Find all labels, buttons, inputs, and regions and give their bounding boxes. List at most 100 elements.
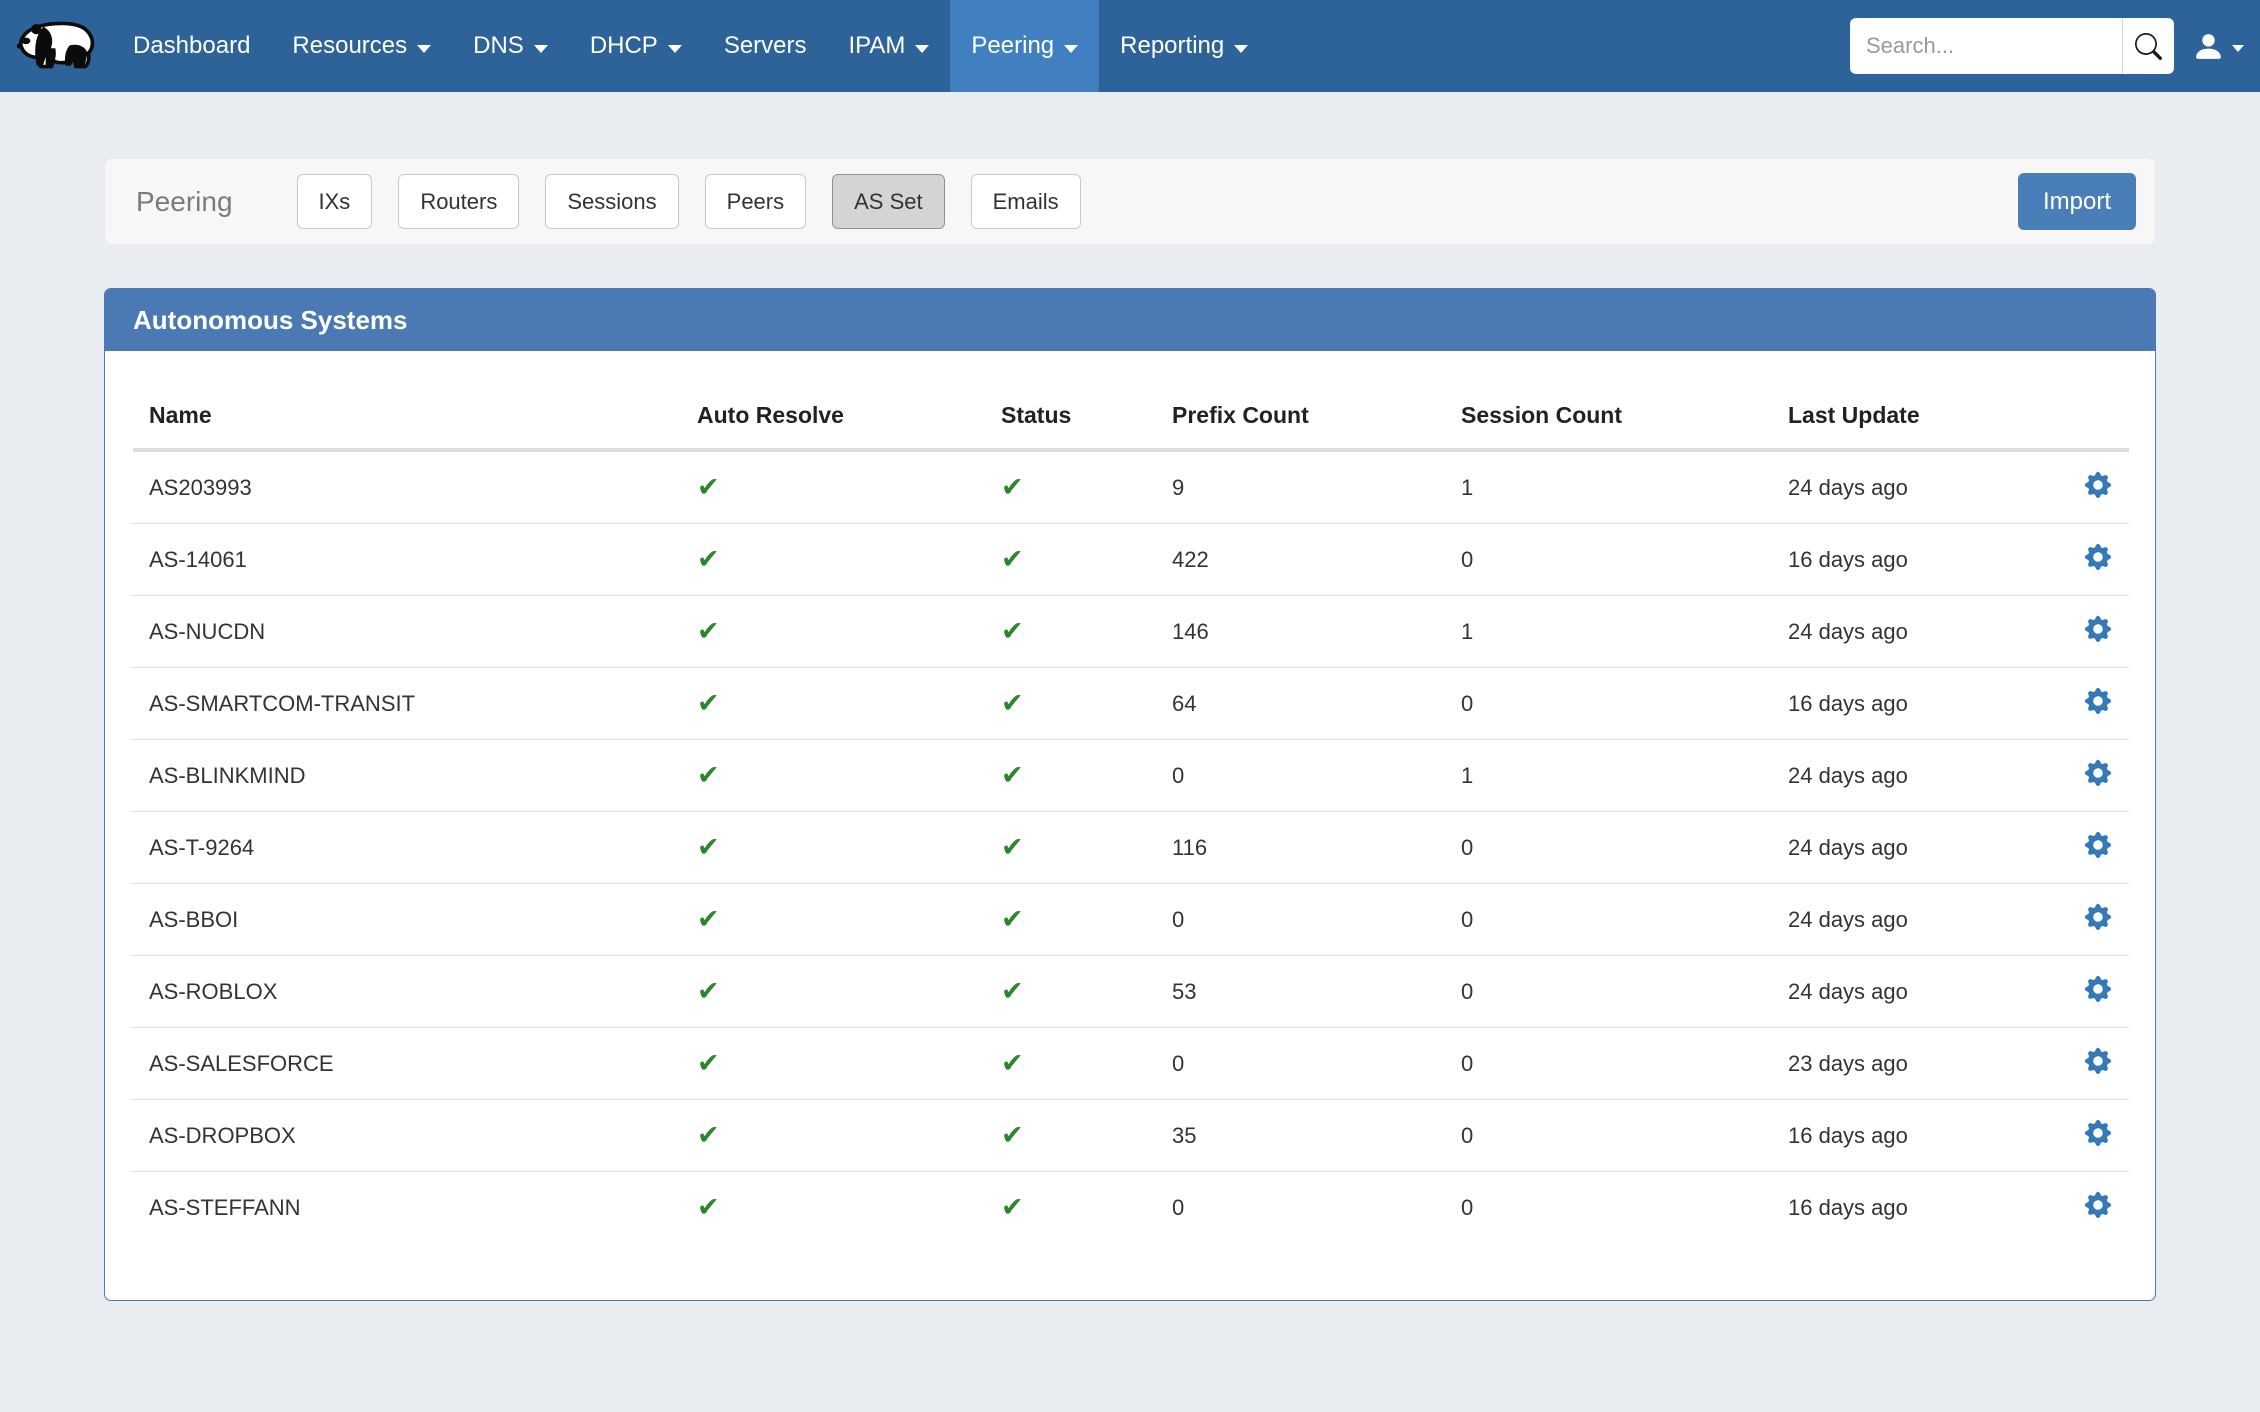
- cell-actions: [2066, 955, 2129, 1028]
- gear-icon: [2085, 832, 2111, 858]
- page-content: Peering IXs Routers Sessions Peers AS Set Ema…: [0, 92, 2260, 1301]
- nav-item-label: IPAM: [848, 32, 906, 59]
- cell-auto-resolve: ✔: [681, 955, 985, 1028]
- cell-as-name: AS-DROPBOX: [133, 1099, 681, 1172]
- badger-logo[interactable]: [0, 0, 112, 92]
- cell-session-count: 0: [1445, 883, 1772, 956]
- nav-item-container-reporting: Reporting: [1099, 0, 1269, 92]
- row-settings-button[interactable]: [2085, 1120, 2111, 1146]
- nav-item-dashboard[interactable]: Dashboard: [112, 0, 271, 92]
- cell-actions: [2066, 450, 2129, 524]
- check-icon: ✔: [1001, 1191, 1024, 1222]
- nav-menu: Dashboard Resources DNS DHCP Servers IPAM Peer…: [112, 0, 1269, 92]
- row-settings-button[interactable]: [2085, 616, 2111, 642]
- row-settings-button[interactable]: [2085, 472, 2111, 498]
- cell-actions: [2066, 811, 2129, 884]
- cell-auto-resolve: ✔: [681, 811, 985, 884]
- check-icon: ✔: [1001, 1119, 1024, 1150]
- check-icon: ✔: [697, 1119, 720, 1150]
- cell-session-count: 0: [1445, 1027, 1772, 1100]
- column-header-status: Status: [985, 373, 1156, 452]
- table-row: AS-ROBLOX ✔ ✔ 53 0 24 days ago: [133, 955, 2129, 1028]
- column-header-name: Name: [133, 373, 681, 452]
- tab-ixs[interactable]: IXs: [296, 174, 373, 229]
- cell-as-name: AS-BBOI: [133, 883, 681, 956]
- tab-sessions[interactable]: Sessions: [545, 174, 679, 229]
- cell-last-update: 24 days ago: [1772, 883, 2066, 956]
- nav-item-peering[interactable]: Peering: [950, 0, 1099, 92]
- cell-status: ✔: [985, 811, 1156, 884]
- nav-item-dhcp[interactable]: DHCP: [569, 0, 703, 92]
- cell-status: ✔: [985, 1099, 1156, 1172]
- nav-item-reporting[interactable]: Reporting: [1099, 0, 1269, 92]
- cell-auto-resolve: ✔: [681, 595, 985, 668]
- cell-session-count: 0: [1445, 1099, 1772, 1172]
- cell-last-update: 16 days ago: [1772, 1099, 2066, 1172]
- cell-auto-resolve: ✔: [681, 450, 985, 524]
- cell-as-name: AS-ROBLOX: [133, 955, 681, 1028]
- cell-actions: [2066, 1027, 2129, 1100]
- cell-session-count: 1: [1445, 595, 1772, 668]
- row-settings-button[interactable]: [2085, 544, 2111, 570]
- nav-item-resources[interactable]: Resources: [271, 0, 452, 92]
- nav-item-container-ipam: IPAM: [828, 0, 951, 92]
- cell-status: ✔: [985, 450, 1156, 524]
- table-row: AS-BLINKMIND ✔ ✔ 0 1 24 days ago: [133, 739, 2129, 812]
- row-settings-button[interactable]: [2085, 1048, 2111, 1074]
- column-header-session-count: Session Count: [1445, 373, 1772, 452]
- tab-routers[interactable]: Routers: [398, 174, 520, 229]
- row-settings-button[interactable]: [2085, 832, 2111, 858]
- cell-as-name: AS-STEFFANN: [133, 1171, 681, 1243]
- cell-prefix-count: 0: [1156, 739, 1445, 812]
- tab-emails[interactable]: Emails: [970, 174, 1081, 229]
- cell-as-name: AS-T-9264: [133, 811, 681, 884]
- gear-icon: [2085, 688, 2111, 714]
- as-table: Name Auto Resolve Status Prefix Count Sessio…: [133, 373, 2129, 1243]
- row-settings-button[interactable]: [2085, 1192, 2111, 1218]
- panel-title: Autonomous Systems: [105, 289, 2155, 351]
- column-header-last-update: Last Update: [1772, 373, 2066, 452]
- cell-auto-resolve: ✔: [681, 1171, 985, 1243]
- nav-item-dns[interactable]: DNS: [452, 0, 569, 92]
- caret-down-icon: [915, 44, 930, 53]
- check-icon: ✔: [1001, 903, 1024, 934]
- row-settings-button[interactable]: [2085, 904, 2111, 930]
- caret-down-icon: [667, 44, 682, 53]
- cell-auto-resolve: ✔: [681, 523, 985, 596]
- cell-prefix-count: 0: [1156, 1171, 1445, 1243]
- account-menu[interactable]: [2192, 30, 2244, 63]
- import-button[interactable]: Import: [2017, 173, 2136, 230]
- search-input[interactable]: [1850, 18, 2122, 74]
- cell-prefix-count: 0: [1156, 883, 1445, 956]
- cell-last-update: 24 days ago: [1772, 955, 2066, 1028]
- cell-session-count: 0: [1445, 667, 1772, 740]
- tab-peers[interactable]: Peers: [704, 174, 807, 229]
- row-settings-button[interactable]: [2085, 760, 2111, 786]
- cell-auto-resolve: ✔: [681, 667, 985, 740]
- cell-actions: [2066, 523, 2129, 596]
- cell-session-count: 0: [1445, 811, 1772, 884]
- gear-icon: [2085, 472, 2111, 498]
- nav-item-servers[interactable]: Servers: [703, 0, 828, 92]
- search-icon: [2135, 33, 2162, 60]
- column-header-auto-resolve: Auto Resolve: [681, 373, 985, 452]
- gear-icon: [2085, 904, 2111, 930]
- peering-tabs: IXs Routers Sessions Peers AS Set Emails: [296, 174, 1107, 229]
- gear-icon: [2085, 1192, 2111, 1218]
- table-row: AS203993 ✔ ✔ 9 1 24 days ago: [133, 450, 2129, 524]
- nav-item-ipam[interactable]: IPAM: [828, 0, 951, 92]
- column-header-actions: [2066, 373, 2129, 452]
- panel-body: Name Auto Resolve Status Prefix Count Sessio…: [105, 351, 2155, 1300]
- cell-session-count: 0: [1445, 1171, 1772, 1243]
- table-row: AS-BBOI ✔ ✔ 0 0 24 days ago: [133, 883, 2129, 956]
- cell-session-count: 0: [1445, 523, 1772, 596]
- search-button[interactable]: [2122, 18, 2174, 74]
- check-icon: ✔: [697, 1191, 720, 1222]
- table-row: AS-NUCDN ✔ ✔ 146 1 24 days ago: [133, 595, 2129, 668]
- caret-down-icon: [2232, 45, 2244, 52]
- nav-item-container-dns: DNS: [452, 0, 569, 92]
- row-settings-button[interactable]: [2085, 688, 2111, 714]
- caret-down-icon: [417, 44, 432, 53]
- row-settings-button[interactable]: [2085, 976, 2111, 1002]
- tab-as-set[interactable]: AS Set: [832, 174, 945, 229]
